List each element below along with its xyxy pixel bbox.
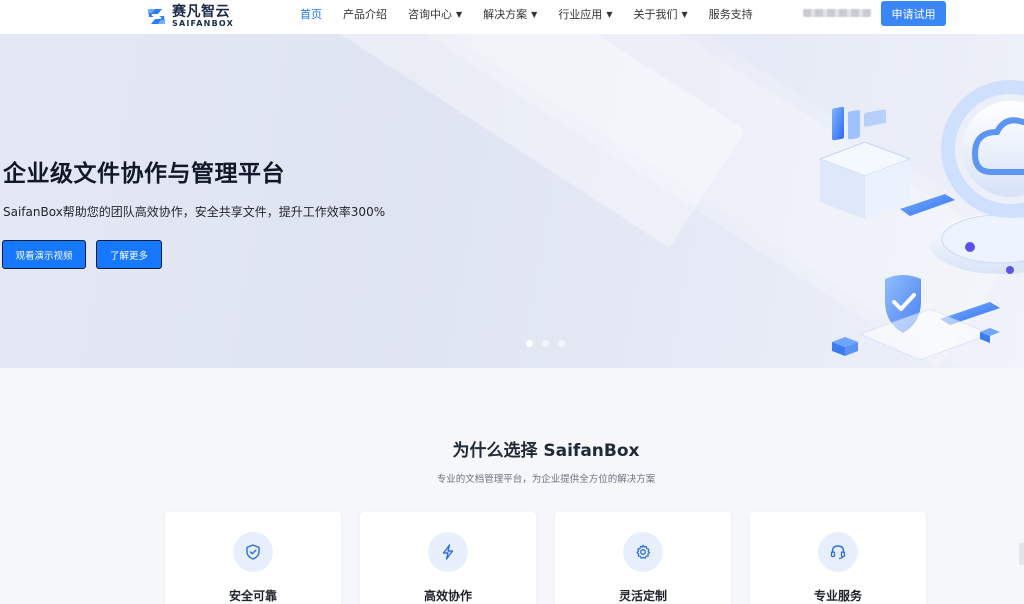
feature-card-title: 专业服务 [813,589,862,603]
chevron-down-icon: ▼ [681,9,688,19]
headset-icon [818,532,858,572]
learn-more-button[interactable]: 了解更多 [96,240,162,269]
carousel-dot[interactable] [526,340,533,347]
carousel-dots [526,340,574,347]
feature-card-customization: 灵活定制 [555,512,731,604]
logo-mark-icon [145,5,168,28]
nav-item-support[interactable]: 服务支持 [709,6,753,22]
logo-name-cn: 赛凡智云 [172,3,230,20]
nav-item-label: 服务支持 [708,8,753,21]
feature-card-service: 专业服务 [750,512,926,604]
feature-card-title: 灵活定制 [618,589,667,603]
section-title: 为什么选择 SaifanBox [452,441,640,461]
section-subtitle: 专业的文档管理平台，为企业提供全方位的解决方案 [436,474,656,485]
carousel-dot[interactable] [542,340,549,347]
feature-card-collaboration: 高效协作 [360,512,536,604]
nav-item-products[interactable]: 产品介绍 [343,6,387,22]
nav-item-label: 行业应用 [558,8,603,21]
nav-item-industries[interactable]: 行业应用 ▼ [558,6,612,22]
chevron-down-icon: ▼ [531,9,538,19]
nav-item-label: 关于我们 [633,8,678,21]
nav-item-label: 咨询中心 [408,8,452,21]
feature-card-title: 高效协作 [423,589,472,603]
logo-text: 赛凡智云 SAIFANBOX [172,5,234,28]
chevron-down-icon: ▼ [456,9,463,19]
nav-item-label: 产品介绍 [343,8,387,21]
nav-item-consulting[interactable]: 咨询中心 ▼ [408,6,462,22]
nav-item-label: 解决方案 [483,8,528,21]
feature-card-title: 安全可靠 [228,589,277,603]
side-float-handle[interactable] [1019,543,1024,565]
nav-item-label: 首页 [300,8,322,21]
gear-icon [623,532,663,572]
lightning-icon [428,532,468,572]
user-info-blurred[interactable] [803,9,871,17]
nav-item-solutions[interactable]: 解决方案 ▼ [483,6,537,22]
hero-banner: 企业级文件协作与管理平台 SaifanBox帮助您的团队高效协作，安全共享文件，… [0,34,1024,368]
hero-illustration [818,80,1024,361]
nav-item-home[interactable]: 首页 [300,6,322,22]
apply-trial-button[interactable]: 申请试用 [881,1,946,26]
chevron-down-icon: ▼ [606,9,613,19]
hero-title: 企业级文件协作与管理平台 [3,161,285,187]
top-header: 赛凡智云 SAIFANBOX 首页 产品介绍 咨询中心 ▼ 解决方案 ▼ 行业应… [0,0,1024,34]
carousel-dot[interactable] [558,340,565,347]
feature-card-security: 安全可靠 [165,512,341,604]
hero-subtitle: SaifanBox帮助您的团队高效协作，安全共享文件，提升工作效率300% [3,205,386,219]
logo-name-en: SAIFANBOX [172,18,234,28]
logo[interactable]: 赛凡智云 SAIFANBOX [145,2,234,30]
shield-check-icon [233,532,273,572]
watch-demo-video-button[interactable]: 观看演示视频 [2,240,86,269]
nav-item-about[interactable]: 关于我们 ▼ [633,6,687,22]
main-nav: 首页 产品介绍 咨询中心 ▼ 解决方案 ▼ 行业应用 ▼ 关于我们 ▼ 服务支持 [300,0,774,28]
